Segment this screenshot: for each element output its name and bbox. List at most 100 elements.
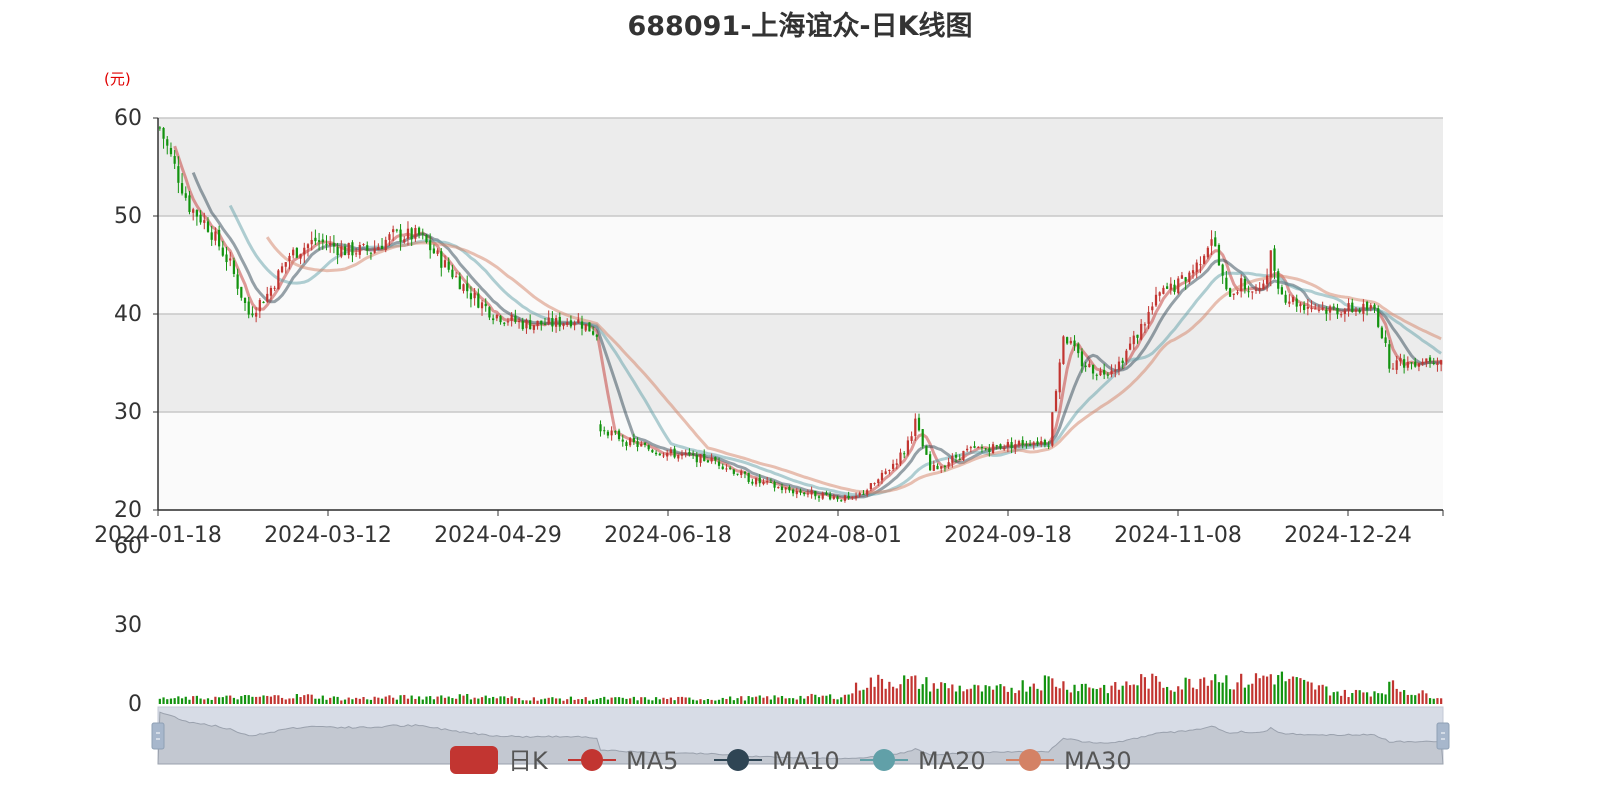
candle-body [873,483,876,485]
volume-bar [1236,682,1239,704]
candle-body [1036,441,1039,445]
volume-bar [599,697,602,704]
volume-bar [1006,691,1009,704]
volume-bar [388,695,391,704]
candle-body [1288,301,1291,304]
legend-item-ma20[interactable]: MA20 [860,747,986,775]
candle-body [347,242,350,256]
volume-bar [1203,677,1206,704]
candle-body [1132,335,1135,345]
volume-bar [1143,677,1147,704]
candle-body [554,318,558,327]
volume-bar [840,697,843,704]
volume-bar [699,699,702,704]
volume-bar [973,684,976,704]
candle-body [1247,291,1250,293]
candle-body [406,228,410,239]
candle-body [1169,283,1172,290]
candle-body [369,252,373,254]
volume-bar [569,696,573,704]
candle-body [358,245,361,255]
volume-bar [1317,685,1321,704]
candle-body [417,227,421,235]
candle-body [184,193,187,198]
candle-body [1365,301,1369,310]
volume-bar [355,697,358,704]
candle-body [1210,239,1213,246]
volume-bar [854,682,858,704]
candle-body [266,293,269,302]
volume-bar [1177,686,1180,704]
candle-body [1121,360,1124,364]
candle-body [1236,292,1239,294]
volume-bar [536,700,539,704]
candle-body [1325,309,1328,314]
volume-bar [795,699,798,704]
candle-body [288,255,291,261]
candle-body [951,456,954,463]
volume-bar [543,698,547,704]
volume-bar [1166,686,1169,704]
volume-bar [177,696,180,704]
candle-body [803,492,806,495]
candle-body [1362,303,1365,314]
candle-body [773,482,776,488]
candle-body [595,334,598,337]
candle-body [1317,309,1321,311]
candle-body [969,447,972,449]
volume-bar [1158,681,1161,704]
candle-body [836,496,839,500]
volume-bar [969,688,972,704]
candle-body [1151,306,1154,311]
candle-body [821,492,824,499]
zoom-handle-right[interactable] [1436,722,1450,750]
volume-bar [621,697,624,704]
volume-bar [414,698,417,704]
candle-body [1021,440,1024,446]
volume-bar [1040,690,1043,704]
volume-bar [1432,698,1435,704]
candle-body [392,229,395,233]
volume-bar [262,695,265,704]
candle-body [1395,360,1398,370]
candle-body [514,315,517,322]
volume-bar [729,696,732,704]
volume-bar [236,699,239,704]
volume-bar [1014,693,1017,704]
candle-body [199,214,202,223]
candle-body [1025,444,1028,446]
volume-bar [292,698,295,704]
candle-body [1080,351,1084,367]
volume-bar [1269,674,1272,704]
candle-body [1440,360,1443,365]
volume-bar [169,698,173,704]
candle-body [984,448,987,450]
volume-bar [336,696,339,704]
volume-bar [277,695,280,704]
volume-bar [454,698,458,704]
candle-body [1406,361,1409,368]
legend-item-ma10[interactable]: MA10 [714,747,840,775]
legend-item-ma30[interactable]: MA30 [1006,747,1132,775]
candle-body [914,418,917,437]
volume-bar [980,691,984,704]
volume-bar [1043,675,1047,704]
candle-body [1054,391,1058,412]
volume-bar [417,696,421,704]
zoom-handle-left[interactable] [151,722,165,750]
candle-body [480,302,484,309]
candle-body [947,462,950,467]
volume-bar [884,688,887,704]
candle-body [725,468,728,470]
candle-body [977,447,980,449]
volume-bar [217,697,221,704]
candle-body [355,253,358,255]
candle-body [162,127,165,139]
volume-bar [810,693,813,704]
candle-body [499,316,502,323]
x-tick-label: 2024-03-12 [264,523,392,548]
candle-body [636,441,639,447]
candle-body [517,321,521,323]
candle-body [1414,361,1417,367]
volume-bar [784,698,787,704]
